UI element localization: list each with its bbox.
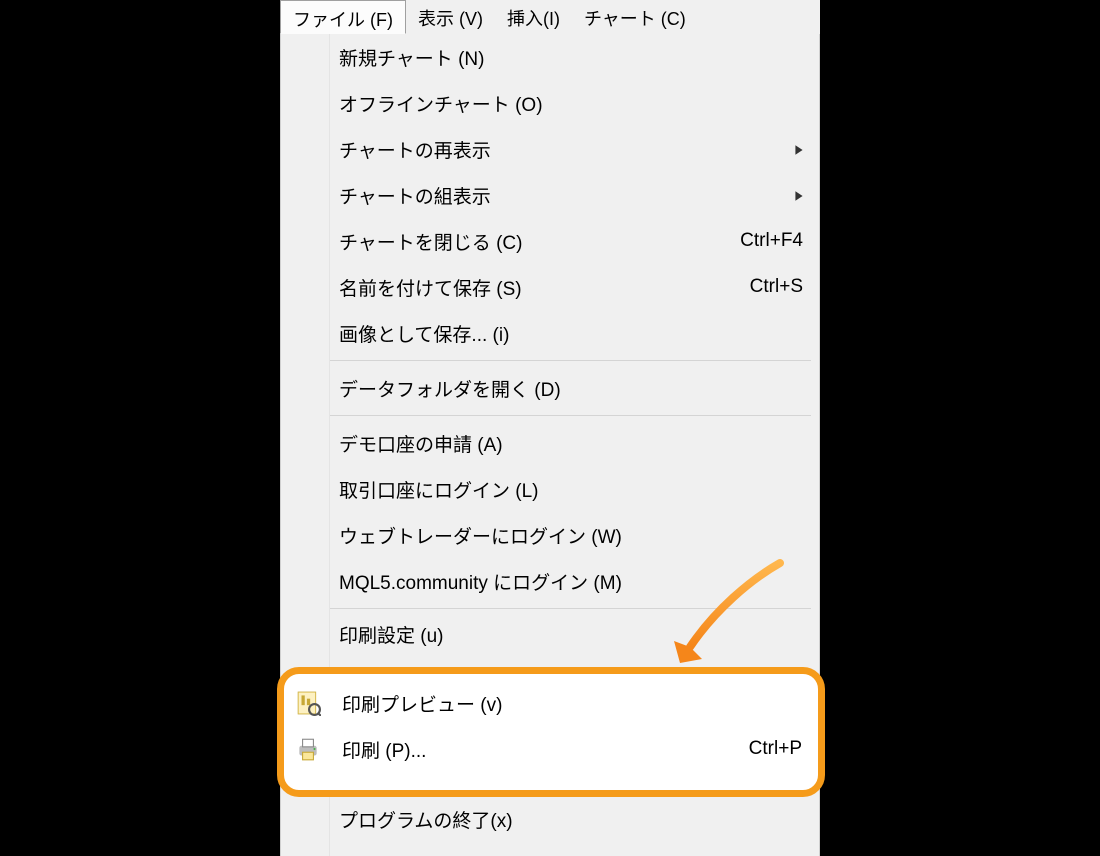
menuitem-accelerator: Ctrl+F4 [740,230,819,252]
menubar: ファイル (F) 表示 (V) 挿入(I) チャート (C) [280,0,820,35]
menuitem-redisplay-chart[interactable]: チャートの再表示 [281,126,819,172]
menuitem-label: 名前を付けて保存 (S) [329,274,750,301]
menu-chart[interactable]: チャート (C) [572,0,698,34]
menuitem-login-trade[interactable]: 取引口座にログイン (L) [281,466,819,512]
menuitem-label: 印刷 (P)... [332,736,749,763]
menuitem-label: ウェブトレーダーにログイン (W) [329,522,819,549]
menuitem-close-chart[interactable]: チャートを閉じる (C) Ctrl+F4 [281,218,819,264]
menu-separator [329,360,811,361]
menu-separator [329,415,811,416]
menuitem-label: チャートの再表示 [329,136,793,163]
menuitem-label: 印刷プレビュー (v) [332,690,818,717]
menuitem-login-web[interactable]: ウェブトレーダーにログイン (W) [281,512,819,558]
menuitem-label: 画像として保存... (i) [329,320,819,347]
menu-insert[interactable]: 挿入(I) [495,0,572,34]
menuitem-label: 新規チャート (N) [329,44,819,71]
menuitem-accelerator: Ctrl+P [749,738,818,760]
menu-view[interactable]: 表示 (V) [406,0,495,34]
menuitem-label: データフォルダを開く (D) [329,375,819,402]
menuitem-request-demo[interactable]: デモ口座の申請 (A) [281,420,819,466]
menuitem-accelerator: Ctrl+S [750,276,819,298]
print-preview-icon [284,690,332,716]
menuitem-print[interactable]: 印刷 (P)... Ctrl+P [284,726,818,772]
menuitem-save-as[interactable]: 名前を付けて保存 (S) Ctrl+S [281,264,819,310]
menuitem-open-data-folder[interactable]: データフォルダを開く (D) [281,365,819,411]
menuitem-offline-chart[interactable]: オフラインチャート (O) [281,80,819,126]
menuitem-label: デモ口座の申請 (A) [329,430,819,457]
menuitem-label: チャートの組表示 [329,182,793,209]
menuitem-label: 印刷設定 (u) [329,621,819,648]
menu-separator [329,608,811,609]
menuitem-exit[interactable]: プログラムの終了(x) [281,796,819,842]
submenu-arrow-icon [793,143,805,155]
menu-file[interactable]: ファイル (F) [280,0,406,34]
menuitem-label: MQL5.community にログイン (M) [329,568,819,595]
menuitem-save-image[interactable]: 画像として保存... (i) [281,310,819,356]
menuitem-new-chart[interactable]: 新規チャート (N) [281,34,819,80]
file-dropdown: 新規チャート (N) オフラインチャート (O) チャートの再表示 チャートの組… [280,34,820,856]
submenu-arrow-icon [793,189,805,201]
highlight-box: 印刷プレビュー (v) 印刷 (P)... Ctrl+P [277,667,825,797]
menuitem-login-mql5[interactable]: 5 MQL5.community にログイン (M) [281,558,819,604]
menuitem-chart-group[interactable]: チャートの組表示 [281,172,819,218]
menuitem-label: プログラムの終了(x) [329,806,819,833]
menuitem-print-setup[interactable]: 印刷設定 (u) [281,613,819,649]
printer-icon [284,736,332,762]
menuitem-label: 取引口座にログイン (L) [329,476,819,503]
menuitem-label: オフラインチャート (O) [329,90,819,117]
menuitem-print-preview[interactable]: 印刷プレビュー (v) [284,680,818,726]
menuitem-label: チャートを閉じる (C) [329,228,740,255]
